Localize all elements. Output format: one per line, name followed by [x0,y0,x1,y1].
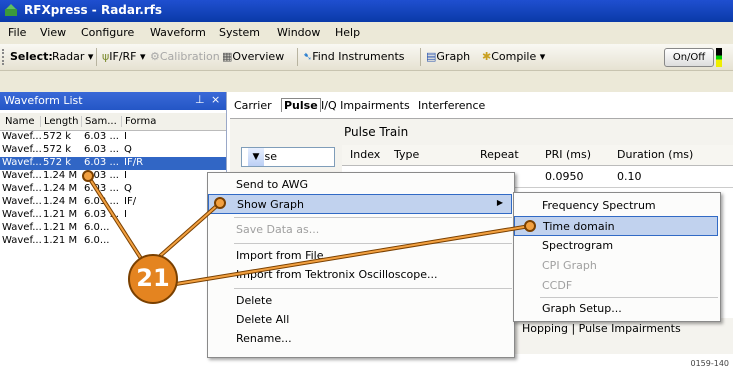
step-callout-badge: 21 [128,254,178,304]
callout-target-dot [524,220,536,232]
callout-target-dot [214,197,226,209]
figure-id: 0159-140 [690,359,729,368]
callout-target-dot [82,170,94,182]
callout-leader-lines [82,170,536,286]
